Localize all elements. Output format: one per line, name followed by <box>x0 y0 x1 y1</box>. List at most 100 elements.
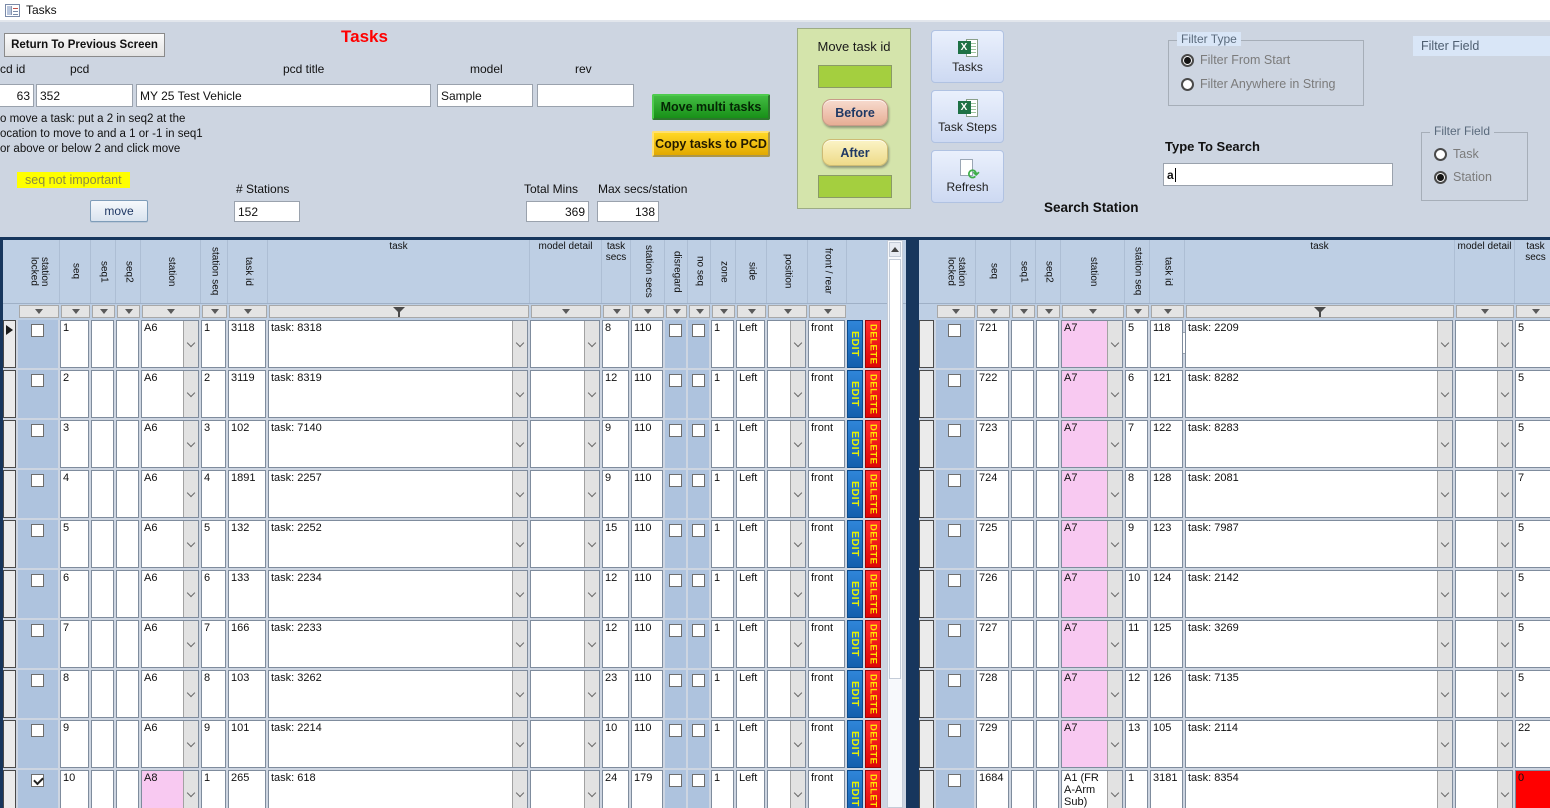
cell-dropdown-button[interactable] <box>512 421 527 467</box>
record-selector[interactable] <box>3 620 16 668</box>
cell-task_secs[interactable]: 15 <box>602 520 629 568</box>
cell-seq[interactable]: 728 <box>976 670 1009 718</box>
cell-seq[interactable]: 722 <box>976 370 1009 418</box>
cell-task_secs[interactable]: 12 <box>602 620 629 668</box>
pcd-title-field[interactable]: MY 25 Test Vehicle <box>136 84 431 107</box>
cell-model_detail[interactable] <box>1455 470 1513 518</box>
cell-seq[interactable]: 1684 <box>976 770 1009 808</box>
filter-button-no_seq[interactable] <box>689 305 710 318</box>
cell-task_secs[interactable]: 0 <box>1515 770 1550 808</box>
cell-side[interactable]: Left <box>736 420 765 468</box>
cell-seq1[interactable] <box>91 320 114 368</box>
filter-button-task_id[interactable] <box>1151 305 1184 318</box>
cell-side[interactable]: Left <box>736 770 765 808</box>
cell-zone[interactable]: 1 <box>711 520 734 568</box>
cell-seq[interactable]: 5 <box>60 520 89 568</box>
cell-dropdown-button[interactable] <box>584 721 599 767</box>
cell-station[interactable]: A7 <box>1061 670 1123 718</box>
cell-task_secs[interactable]: 12 <box>602 370 629 418</box>
filter-button-seq1[interactable] <box>1012 305 1035 318</box>
cell-zone[interactable]: 1 <box>711 720 734 768</box>
cell-task[interactable]: task: 2114 <box>1185 720 1453 768</box>
cell-task_id[interactable]: 265 <box>228 770 266 808</box>
record-selector[interactable] <box>3 670 16 718</box>
cell-task_id[interactable]: 133 <box>228 570 266 618</box>
stations-field[interactable]: 152 <box>234 201 300 222</box>
record-selector[interactable] <box>3 370 16 418</box>
cell-task_secs[interactable]: 12 <box>602 570 629 618</box>
cell-seq2[interactable] <box>1036 620 1059 668</box>
cell-model_detail[interactable] <box>530 720 600 768</box>
cell-dropdown-button[interactable] <box>1107 371 1122 417</box>
cell-seq1[interactable] <box>91 470 114 518</box>
cell-dropdown-button[interactable] <box>1437 471 1452 517</box>
cell-dropdown-button[interactable] <box>584 771 599 808</box>
cell-station[interactable]: A7 <box>1061 420 1123 468</box>
filter-button-task_id[interactable] <box>229 305 267 318</box>
locked-checkbox[interactable] <box>948 524 961 537</box>
cell-station_seq[interactable]: 2 <box>201 370 226 418</box>
cell-task_secs[interactable]: 23 <box>602 670 629 718</box>
cell-position[interactable] <box>767 320 806 368</box>
cell-seq1[interactable] <box>1011 370 1034 418</box>
cell-zone[interactable]: 1 <box>711 570 734 618</box>
locked-checkbox[interactable] <box>31 574 44 587</box>
cell-dropdown-button[interactable] <box>790 521 805 567</box>
cell-dropdown-button[interactable] <box>1107 771 1122 808</box>
cell-dropdown-button[interactable] <box>512 621 527 667</box>
cell-seq2[interactable] <box>116 520 139 568</box>
cell-zone[interactable]: 1 <box>711 320 734 368</box>
cell-station[interactable]: A7 <box>1061 720 1123 768</box>
cell-model_detail[interactable] <box>530 570 600 618</box>
left-grid-scrollbar[interactable] <box>887 240 903 808</box>
filter-button-disregard[interactable] <box>666 305 687 318</box>
filter-from-start-option[interactable]: Filter From Start <box>1181 53 1290 67</box>
record-selector[interactable] <box>3 420 16 468</box>
cell-dropdown-button[interactable] <box>1437 621 1452 667</box>
locked-checkbox[interactable] <box>31 474 44 487</box>
disregard-checkbox[interactable] <box>668 574 682 587</box>
no_seq-checkbox[interactable] <box>691 324 705 337</box>
edit-button[interactable]: EDIT <box>847 670 863 718</box>
cell-position[interactable] <box>767 570 806 618</box>
cell-seq2[interactable] <box>116 720 139 768</box>
cell-task[interactable]: task: 2214 <box>268 720 528 768</box>
cell-model_detail[interactable] <box>530 420 600 468</box>
filter-button-seq2[interactable] <box>1037 305 1060 318</box>
cell-dropdown-button[interactable] <box>790 671 805 717</box>
filter-field-station-option[interactable]: Station <box>1434 170 1492 184</box>
cell-dropdown-button[interactable] <box>1107 721 1122 767</box>
filter-button-task_secs[interactable] <box>603 305 630 318</box>
disregard-checkbox[interactable] <box>668 774 682 787</box>
cell-dropdown-button[interactable] <box>512 671 527 717</box>
no_seq-checkbox[interactable] <box>691 724 705 737</box>
cell-dropdown-button[interactable] <box>512 371 527 417</box>
edit-button[interactable]: EDIT <box>847 370 863 418</box>
cell-seq2[interactable] <box>116 670 139 718</box>
cell-station[interactable]: A6 <box>141 620 199 668</box>
record-selector[interactable] <box>3 470 16 518</box>
filter-button-locked[interactable] <box>19 305 59 318</box>
cell-station[interactable]: A7 <box>1061 470 1123 518</box>
edit-button[interactable]: EDIT <box>847 620 863 668</box>
locked-checkbox[interactable] <box>948 324 961 337</box>
cell-dropdown-button[interactable] <box>1497 671 1512 717</box>
cell-dropdown-button[interactable] <box>790 721 805 767</box>
locked-checkbox[interactable] <box>948 424 961 437</box>
locked-checkbox[interactable] <box>948 624 961 637</box>
cell-dropdown-button[interactable] <box>1107 421 1122 467</box>
cell-task_id[interactable]: 124 <box>1150 570 1183 618</box>
delete-button[interactable]: DELETE <box>865 720 881 768</box>
cell-task_id[interactable]: 166 <box>228 620 266 668</box>
cell-station_seq[interactable]: 5 <box>201 520 226 568</box>
cell-station_seq[interactable]: 7 <box>201 620 226 668</box>
cell-position[interactable] <box>767 720 806 768</box>
cell-zone[interactable]: 1 <box>711 420 734 468</box>
radio-icon[interactable] <box>1181 77 1194 91</box>
locked-checkbox[interactable] <box>31 374 44 387</box>
filter-button-locked[interactable] <box>937 305 975 318</box>
cell-zone[interactable]: 1 <box>711 370 734 418</box>
cell-seq1[interactable] <box>1011 670 1034 718</box>
cell-seq2[interactable] <box>116 570 139 618</box>
filter-button-front_rear[interactable] <box>809 305 846 318</box>
